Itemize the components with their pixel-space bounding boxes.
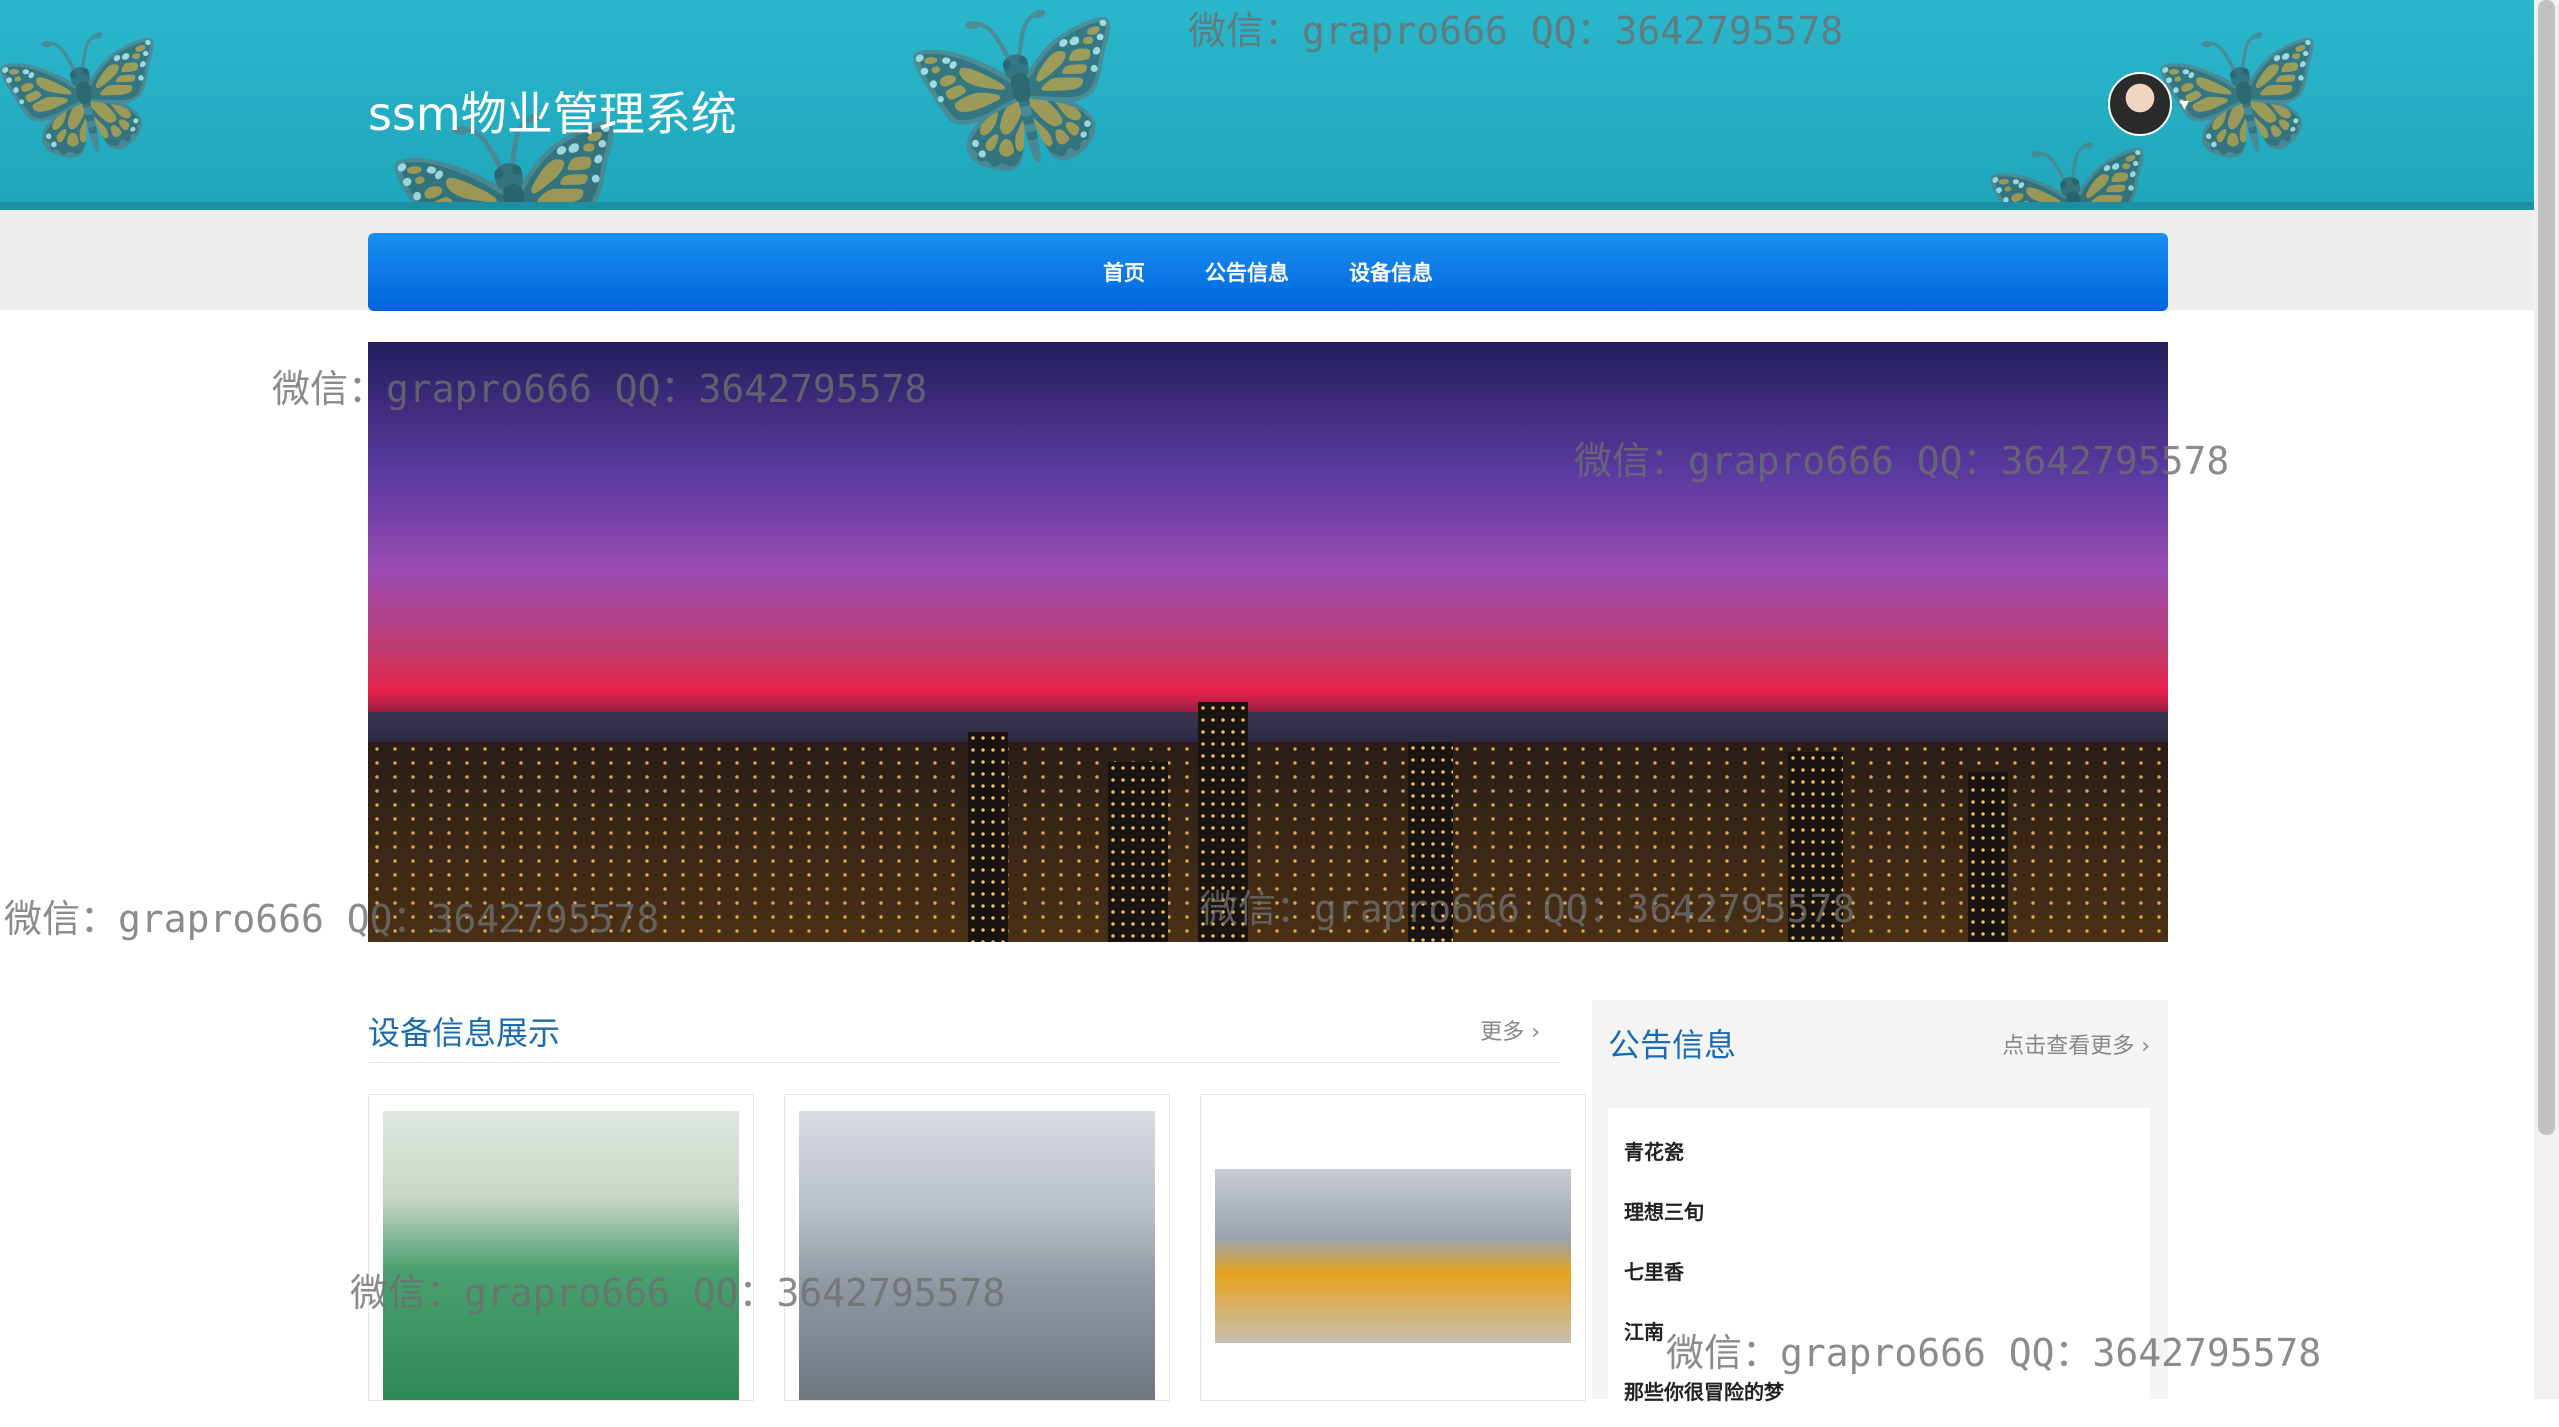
- device-image[interactable]: [1215, 1169, 1571, 1343]
- main-nav: 首页 公告信息 设备信息: [368, 233, 2168, 311]
- caret-down-icon[interactable]: ▾: [2180, 94, 2189, 115]
- notice-more-link[interactable]: 点击查看更多 ›: [2002, 1028, 2150, 1060]
- scrollbar-thumb[interactable]: [2538, 0, 2555, 1135]
- banner-building: [1408, 742, 1453, 942]
- notice-section-title: 公告信息: [1608, 1026, 1737, 1064]
- device-image[interactable]: [383, 1111, 739, 1400]
- device-card[interactable]: [784, 1094, 1170, 1401]
- device-image[interactable]: [799, 1111, 1155, 1400]
- page-scrollbar[interactable]: [2534, 0, 2559, 1399]
- butterfly-icon: 🦋: [900, 0, 1125, 190]
- devices-section-header: 设备信息展示 更多 ›: [368, 990, 1560, 1063]
- notice-item[interactable]: 七里香: [1608, 1256, 2150, 1316]
- banner-building: [1788, 752, 1843, 942]
- site-title: ssm物业管理系统: [368, 87, 737, 141]
- device-card[interactable]: [368, 1094, 754, 1401]
- nav-item-notices[interactable]: 公告信息: [1205, 257, 1289, 287]
- notice-panel: 公告信息 点击查看更多 › 青花瓷 理想三旬 七里香 江南 那些你很冒险的梦: [1592, 1000, 2168, 1427]
- notice-item[interactable]: 江南: [1608, 1316, 2150, 1376]
- device-card[interactable]: [1200, 1094, 1586, 1401]
- notice-item[interactable]: 理想三旬: [1608, 1196, 2150, 1256]
- nav-item-devices[interactable]: 设备信息: [1349, 257, 1433, 287]
- devices-section-title: 设备信息展示: [368, 1014, 561, 1052]
- banner-building: [968, 732, 1008, 942]
- devices-more-link[interactable]: 更多 ›: [1480, 1014, 1540, 1046]
- notice-list: 青花瓷 理想三旬 七里香 江南 那些你很冒险的梦: [1608, 1108, 2150, 1427]
- banner-building: [1108, 762, 1168, 942]
- notice-item[interactable]: 青花瓷: [1608, 1136, 2150, 1196]
- notice-item[interactable]: 那些你很冒险的梦: [1608, 1376, 2150, 1427]
- butterfly-icon: 🦋: [2150, 10, 2325, 173]
- header-divider: [0, 202, 2534, 210]
- banner-city-lights: [368, 742, 2168, 942]
- banner-building: [1198, 702, 1248, 942]
- banner-building: [1968, 772, 2008, 942]
- avatar[interactable]: [2108, 72, 2172, 136]
- banner-carousel[interactable]: [368, 342, 2168, 942]
- butterfly-icon: 🦋: [0, 10, 165, 173]
- site-header: 🦋 🦋 🦋 🦋 🦋 ssm物业管理系统 ▾: [0, 0, 2534, 210]
- nav-item-home[interactable]: 首页: [1103, 257, 1145, 287]
